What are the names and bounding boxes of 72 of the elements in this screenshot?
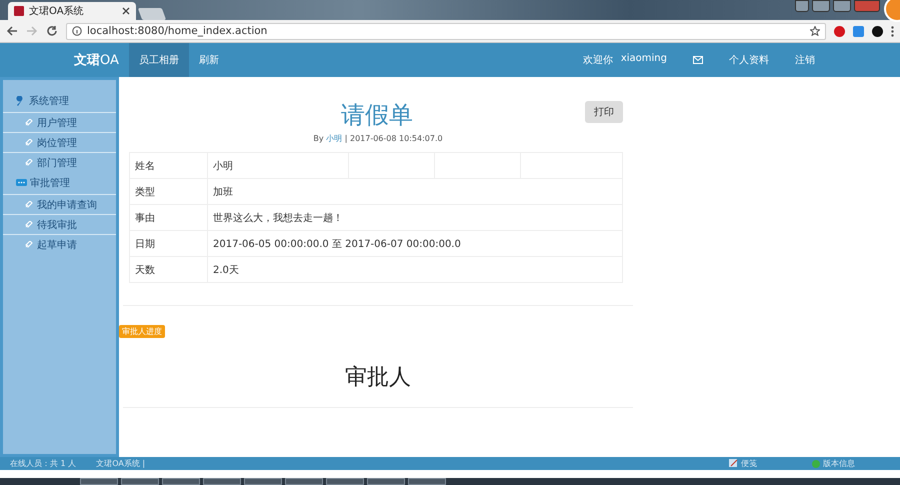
chat-icon	[16, 178, 27, 188]
link-icon	[25, 118, 33, 126]
taskbar-button[interactable]	[162, 478, 200, 485]
tab-title: 文珺OA系统	[29, 4, 85, 18]
online-count: 在线人员：共 1 人	[10, 458, 76, 469]
field-label: 日期	[130, 230, 208, 256]
new-tab-button[interactable]	[138, 8, 166, 20]
restore-button[interactable]	[833, 0, 851, 12]
sidebar-item[interactable]: 我的申请查询	[3, 194, 116, 214]
brand-logo[interactable]: 文珺OA	[74, 43, 119, 77]
taskbar-button[interactable]	[326, 478, 364, 485]
browser-tab[interactable]: 文珺OA系统	[8, 2, 136, 20]
minimize-button[interactable]	[812, 0, 830, 12]
field-label: 事由	[130, 204, 208, 230]
sidebar-group[interactable]: 系统管理	[3, 90, 116, 112]
nav-item[interactable]: 刷新	[188, 43, 229, 77]
sidebar-item[interactable]: 起草申请	[3, 234, 116, 254]
nav-link[interactable]: 注销	[795, 53, 815, 67]
field-value: 小明	[208, 152, 348, 178]
timestamp: | 2017-06-08 10:54:07.0	[344, 134, 443, 143]
by-label: By	[313, 134, 324, 143]
sidebar-group[interactable]: 审批管理	[3, 172, 116, 194]
link-icon	[25, 138, 33, 146]
taskbar-button[interactable]	[367, 478, 405, 485]
nav-link[interactable]: 个人资料	[729, 53, 769, 67]
form-title: 请假单	[341, 101, 413, 129]
notes-link[interactable]: 便笺	[741, 458, 757, 469]
sidebar-item[interactable]: 待我审批	[3, 214, 116, 234]
sidebar-item[interactable]: 岗位管理	[3, 132, 116, 152]
print-button[interactable]: 打印	[585, 101, 623, 123]
info-icon	[72, 26, 82, 36]
taskbar-button[interactable]	[244, 478, 282, 485]
url-text: localhost:8080/home_index.action	[87, 25, 268, 37]
link-icon	[25, 220, 33, 228]
field-value: 2.0天	[208, 256, 622, 282]
favicon-icon	[14, 6, 24, 16]
address-field[interactable]: localhost:8080/home_index.action	[66, 22, 826, 40]
taskbar-button[interactable]	[408, 478, 446, 485]
menu-icon[interactable]	[891, 26, 894, 36]
progress-badge: 审批人进度	[119, 325, 165, 338]
field-value: 2017-06-05 00:00:00.0 至 2017-06-07 00:00:00.0	[208, 230, 622, 256]
welcome-text: 欢迎你	[582, 54, 613, 67]
field-label: 类型	[130, 178, 208, 204]
taskbar-button[interactable]	[285, 478, 323, 485]
field-label: 天数	[130, 256, 208, 282]
star-icon[interactable]	[810, 26, 820, 36]
link-icon	[25, 200, 33, 208]
taskbar-button[interactable]	[80, 478, 118, 485]
approver-heading: 审批人	[345, 364, 411, 392]
user-button[interactable]	[795, 0, 809, 12]
info-icon	[812, 460, 820, 468]
version-link[interactable]: 版本信息	[823, 458, 855, 469]
link-icon	[25, 158, 33, 166]
close-icon[interactable]	[122, 7, 130, 15]
field-value: 加班	[208, 178, 622, 204]
back-icon[interactable]	[6, 25, 18, 37]
system-name: 文珺OA系统 |	[96, 458, 146, 469]
note-icon	[729, 459, 738, 468]
nav-item[interactable]: 员工相册	[128, 43, 189, 77]
taskbar-button[interactable]	[203, 478, 241, 485]
sidebar-item[interactable]: 用户管理	[3, 112, 116, 132]
username: xiaoming	[620, 53, 667, 66]
taskbar-button[interactable]	[121, 478, 159, 485]
field-value: 世界这么大，我想去走一趟！	[208, 204, 622, 230]
field-label: 姓名	[130, 152, 208, 178]
close-button[interactable]	[854, 0, 880, 12]
link-icon	[25, 240, 33, 248]
extension-icon[interactable]	[872, 26, 883, 36]
author-link[interactable]: 小明	[326, 134, 342, 143]
sidebar-item[interactable]: 部门管理	[3, 152, 116, 172]
mail-icon[interactable]	[693, 56, 703, 64]
reload-icon[interactable]	[46, 25, 58, 37]
